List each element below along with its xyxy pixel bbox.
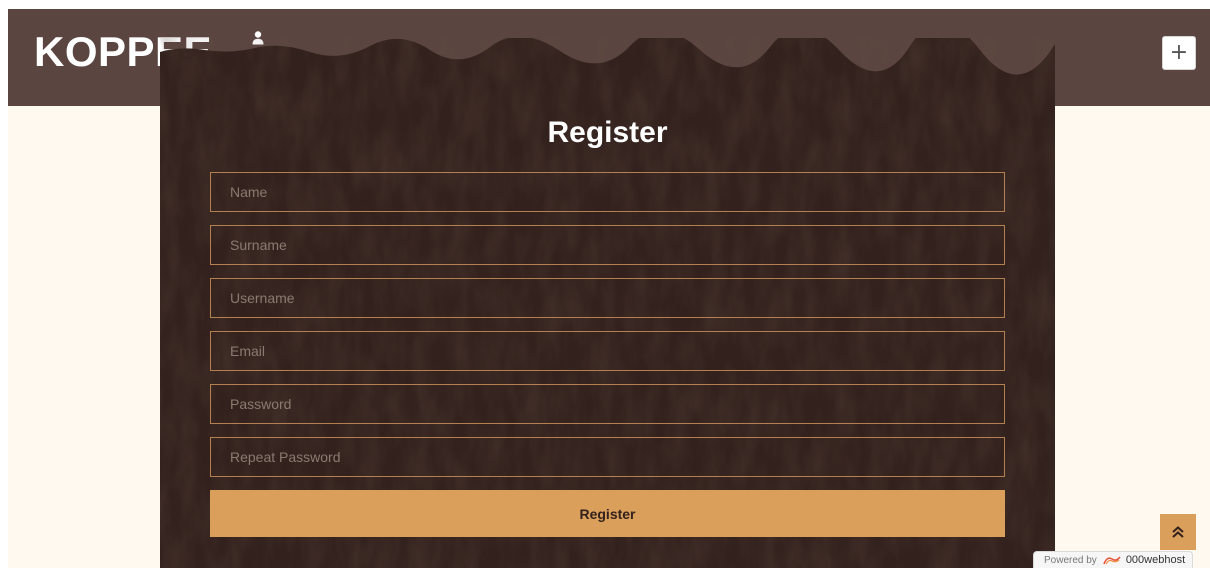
back-to-top-button[interactable] — [1160, 514, 1196, 550]
double-chevron-up-icon — [1172, 526, 1184, 538]
powered-by-label: Powered by — [1044, 554, 1097, 566]
register-heading: Register — [547, 116, 668, 149]
register-button[interactable]: Register — [210, 490, 1005, 537]
repeat-password-field[interactable] — [210, 437, 1005, 477]
navbar-toggle-button[interactable]: + — [1162, 36, 1196, 70]
powered-by-badge[interactable]: Powered by 000webhost — [1033, 551, 1193, 568]
surname-field[interactable] — [210, 225, 1005, 265]
page: KOPPEE + Register Name Surname Username … — [8, 9, 1210, 568]
register-panel: Register Register — [160, 38, 1055, 568]
name-field[interactable] — [210, 172, 1005, 212]
email-field[interactable] — [210, 331, 1005, 371]
username-field[interactable] — [210, 278, 1005, 318]
webhost-logo-icon — [1103, 556, 1121, 565]
password-field[interactable] — [210, 384, 1005, 424]
webhost-brand: 000webhost — [1125, 554, 1186, 566]
